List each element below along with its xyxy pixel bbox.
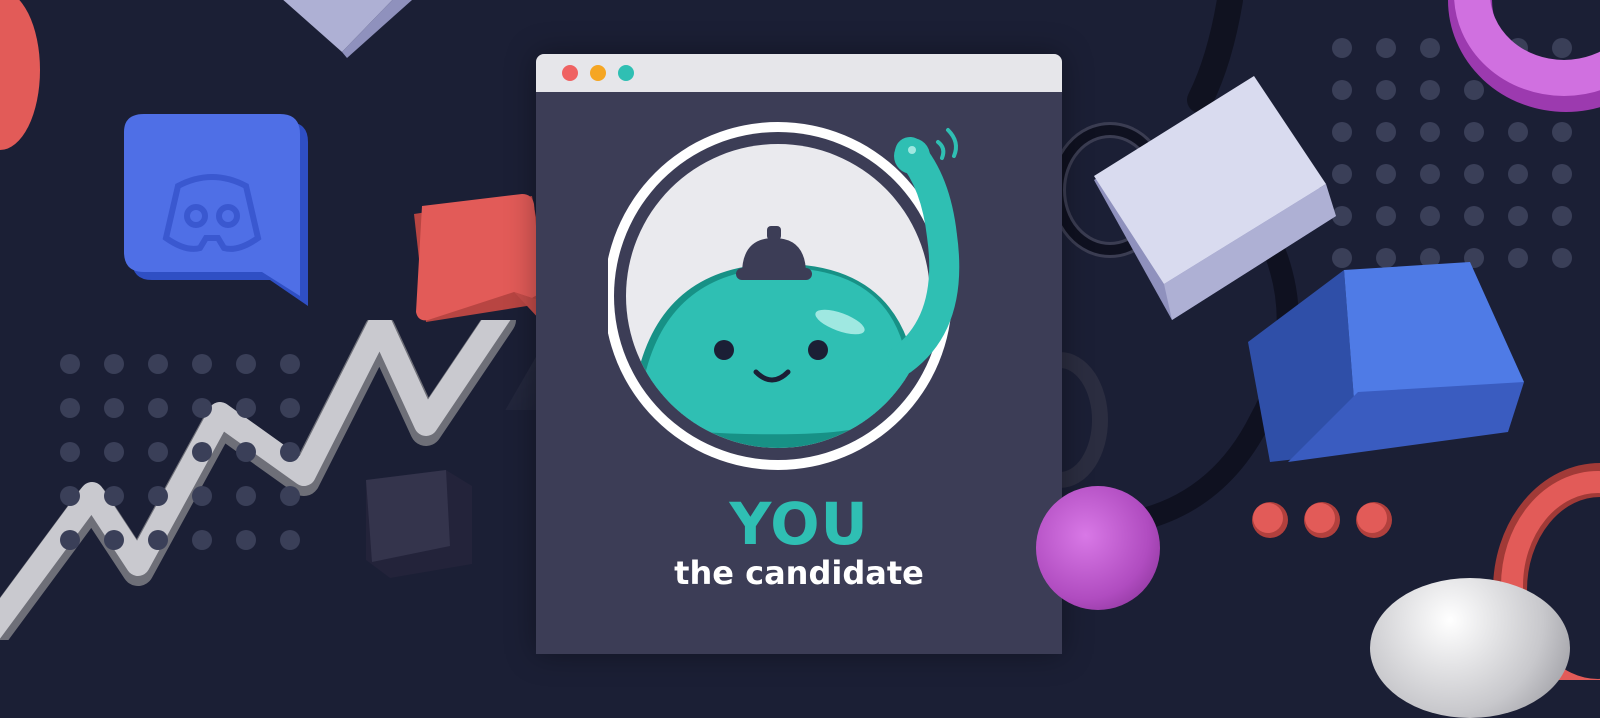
dark-cube — [360, 466, 480, 586]
red-dots — [1252, 502, 1392, 538]
window-title-bar — [536, 54, 1062, 92]
close-dot[interactable] — [562, 65, 578, 81]
blob-mascot-icon — [608, 122, 960, 470]
maximize-dot[interactable] — [618, 65, 634, 81]
red-edge-shape — [0, 0, 40, 150]
discord-bubble — [120, 110, 320, 320]
lavender-cube-top — [262, 0, 412, 60]
magenta-torus — [1446, 0, 1600, 130]
magenta-sphere — [1036, 486, 1160, 610]
white-sphere — [1370, 578, 1570, 718]
blue-cube-right — [1248, 262, 1530, 472]
page-subtitle: the candidate — [674, 554, 924, 592]
browser-window: YOU the candidate — [536, 54, 1062, 654]
dot-grid-left — [60, 354, 324, 550]
minimize-dot[interactable] — [590, 65, 606, 81]
hero-banner: { "window": { "title": "YOU", "subtitle"… — [0, 0, 1600, 718]
page-title: YOU — [729, 490, 869, 558]
